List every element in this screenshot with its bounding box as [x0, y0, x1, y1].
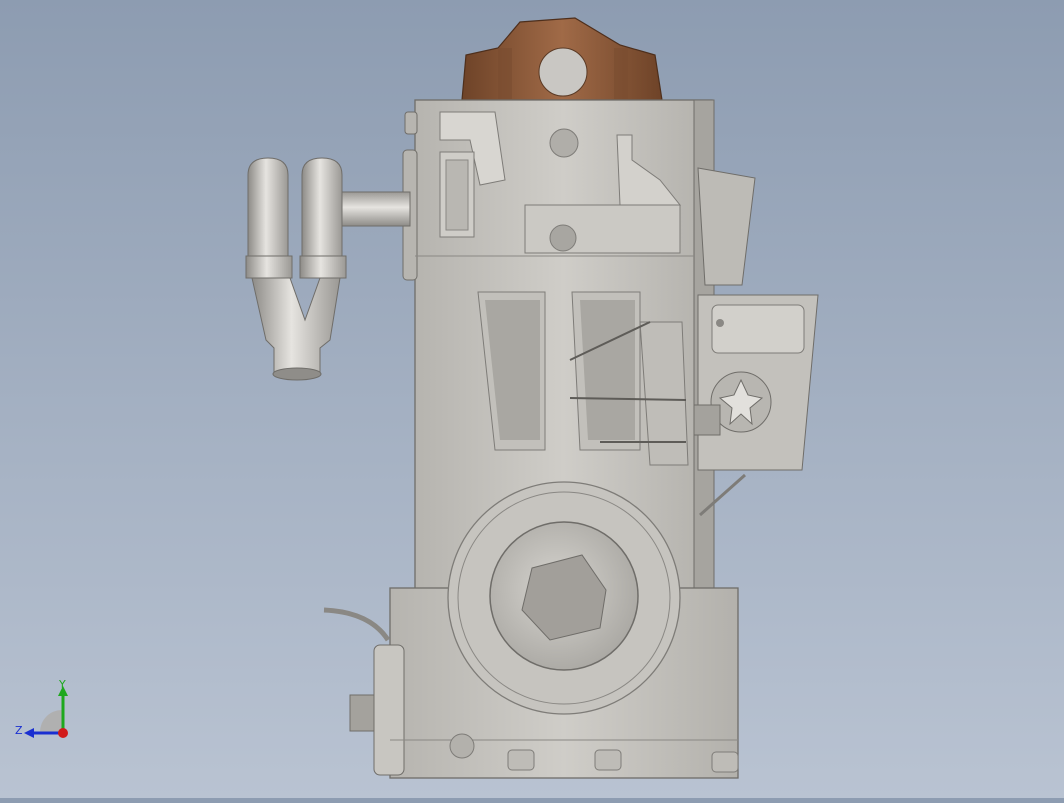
z-axis-label: Z [15, 724, 23, 737]
engine-model[interactable] [0, 0, 1064, 798]
oil-filter-bracket [693, 167, 819, 517]
graphics-viewport[interactable] [0, 0, 1064, 798]
exhaust-manifold [245, 157, 411, 381]
coordinate-triad: Y Z [10, 676, 80, 746]
z-axis-head [24, 728, 34, 738]
triad-quadrant [40, 710, 62, 732]
y-axis-label: Y [58, 678, 66, 691]
x-axis-dot [58, 728, 68, 738]
timing-cover [447, 481, 681, 715]
valve-cover-cap [461, 17, 663, 101]
